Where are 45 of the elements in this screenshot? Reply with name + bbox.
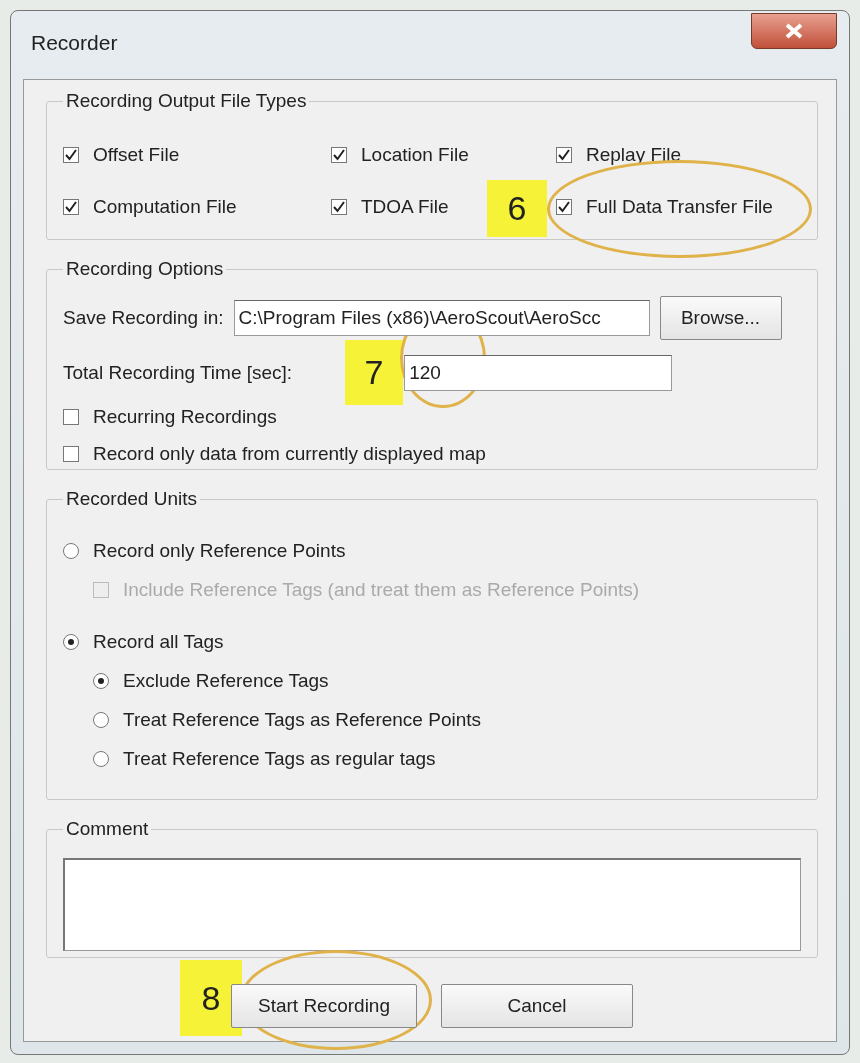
radio-button[interactable]	[63, 543, 79, 559]
checkbox-label: Computation File	[93, 196, 237, 218]
checkbox[interactable]	[331, 147, 347, 163]
checkbox-label: Record only data from currently displayed map	[93, 443, 486, 465]
group-title: Recorded Units	[65, 488, 198, 510]
input-field[interactable]: 120	[404, 355, 673, 391]
comment-field[interactable]	[63, 858, 801, 951]
option-label: Exclude Reference Tags	[123, 670, 329, 692]
option-label: Treat Reference Tags as Reference Points	[123, 709, 482, 731]
checkbox-label: Replay File	[586, 144, 682, 166]
start-recording-button[interactable]: Start Recording	[231, 984, 417, 1028]
window-title: Recorder	[31, 31, 118, 55]
checkbox[interactable]	[556, 199, 572, 215]
input-field[interactable]: C:\Program Files (x86)\AeroScout\AeroScc	[233, 300, 650, 336]
close-button[interactable]	[751, 13, 837, 49]
radio-button[interactable]	[93, 751, 109, 767]
cancel-button[interactable]: Cancel	[441, 984, 633, 1028]
option-label: Include Reference Tags (and treat them as Reference Points)	[123, 579, 640, 601]
field-label: Save Recording in:	[63, 307, 224, 329]
checkbox-label: Full Data Transfer File	[586, 196, 773, 218]
field-label: Total Recording Time [sec]:	[63, 362, 293, 384]
checkbox[interactable]	[63, 199, 79, 215]
callout-number: 6	[487, 180, 547, 237]
callout-number: 7	[345, 340, 403, 405]
close-icon	[785, 23, 803, 39]
callout-number: 8	[180, 960, 242, 1036]
option-label: Treat Reference Tags as regular tags	[123, 748, 436, 770]
checkbox-label: Location File	[361, 144, 469, 166]
option-label: Record only Reference Points	[93, 540, 346, 562]
browse-button[interactable]: Browse...	[659, 296, 782, 340]
checkbox[interactable]	[331, 199, 347, 215]
option-label: Record all Tags	[93, 631, 224, 653]
checkbox[interactable]	[63, 446, 79, 462]
group-title: Recording Options	[65, 258, 225, 280]
checkbox-label: TDOA File	[361, 196, 449, 218]
radio-button[interactable]	[93, 673, 109, 689]
radio-button[interactable]	[63, 634, 79, 650]
radio-button[interactable]	[93, 712, 109, 728]
checkbox[interactable]	[63, 147, 79, 163]
group-title: Comment	[65, 818, 150, 840]
checkbox[interactable]	[63, 409, 79, 425]
group-title: Recording Output File Types	[65, 90, 308, 112]
checkbox-label: Offset File	[93, 144, 180, 166]
checkbox-label: Recurring Recordings	[93, 406, 277, 428]
checkbox[interactable]	[556, 147, 572, 163]
